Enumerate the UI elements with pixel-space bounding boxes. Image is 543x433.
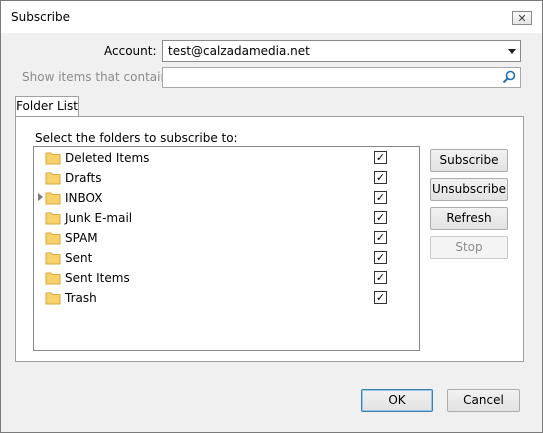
folder-name: Deleted Items [65, 151, 150, 165]
folder-icon [45, 212, 61, 225]
subscribe-checkbox[interactable]: ✓ [374, 211, 387, 224]
folder-name: Sent [65, 251, 93, 265]
ok-button[interactable]: OK [361, 389, 433, 412]
subscribe-checkbox[interactable]: ✓ [374, 291, 387, 304]
close-button[interactable]: ✕ [512, 11, 532, 25]
search-icon[interactable] [502, 70, 516, 84]
expand-arrow-icon[interactable] [38, 193, 43, 201]
cancel-button[interactable]: Cancel [447, 389, 520, 412]
show-items-input[interactable] [162, 67, 521, 88]
folder-row-inbox[interactable]: INBOX ✓ [34, 188, 419, 208]
tab-label: Folder List [16, 99, 78, 113]
chevron-down-icon [508, 49, 516, 54]
folder-icon [45, 272, 61, 285]
folder-row-spam[interactable]: SPAM ✓ [34, 228, 419, 248]
account-value: test@calzadamedia.net [168, 44, 310, 58]
folder-name: Sent Items [65, 271, 130, 285]
account-label: Account: [104, 44, 157, 58]
folder-name: Drafts [65, 171, 102, 185]
refresh-button[interactable]: Refresh [430, 207, 508, 230]
folder-name: SPAM [65, 231, 98, 245]
window-title: Subscribe [11, 10, 70, 24]
subscribe-dialog: Subscribe ✕ Account: test@calzadamedia.n… [0, 0, 543, 433]
title-bar: Subscribe ✕ [1, 1, 542, 33]
subscribe-checkbox[interactable]: ✓ [374, 251, 387, 264]
folder-row-drafts[interactable]: Drafts ✓ [34, 168, 419, 188]
folder-icon [45, 172, 61, 185]
subscribe-checkbox[interactable]: ✓ [374, 231, 387, 244]
folder-row-sent[interactable]: Sent ✓ [34, 248, 419, 268]
folder-name: Junk E-mail [65, 211, 133, 225]
folder-icon [45, 292, 61, 305]
subscribe-checkbox[interactable]: ✓ [374, 151, 387, 164]
show-items-label: Show items that contain: [22, 70, 173, 84]
folder-name: INBOX [65, 191, 103, 205]
account-dropdown[interactable]: test@calzadamedia.net [162, 40, 521, 62]
folder-row-deleted-items[interactable]: Deleted Items ✓ [34, 148, 419, 168]
unsubscribe-button[interactable]: Unsubscribe [430, 178, 508, 201]
folder-instruction: Select the folders to subscribe to: [35, 131, 238, 145]
close-icon: ✕ [517, 11, 527, 25]
subscribe-checkbox[interactable]: ✓ [374, 191, 387, 204]
subscribe-checkbox[interactable]: ✓ [374, 271, 387, 284]
folder-row-junk-email[interactable]: Junk E-mail ✓ [34, 208, 419, 228]
folder-icon [45, 152, 61, 165]
tab-folder-list[interactable]: Folder List [15, 96, 79, 116]
subscribe-button[interactable]: Subscribe [430, 149, 508, 172]
folder-list[interactable]: Deleted Items ✓ Drafts ✓ INBOX ✓ Junk E-… [33, 146, 420, 351]
folder-row-trash[interactable]: Trash ✓ [34, 288, 419, 308]
folder-list-panel: Select the folders to subscribe to: Dele… [15, 116, 524, 362]
folder-row-sent-items[interactable]: Sent Items ✓ [34, 268, 419, 288]
folder-name: Trash [65, 291, 97, 305]
stop-button[interactable]: Stop [430, 236, 508, 259]
subscribe-checkbox[interactable]: ✓ [374, 171, 387, 184]
folder-icon [45, 252, 61, 265]
folder-icon [45, 232, 61, 245]
folder-icon [45, 192, 61, 205]
